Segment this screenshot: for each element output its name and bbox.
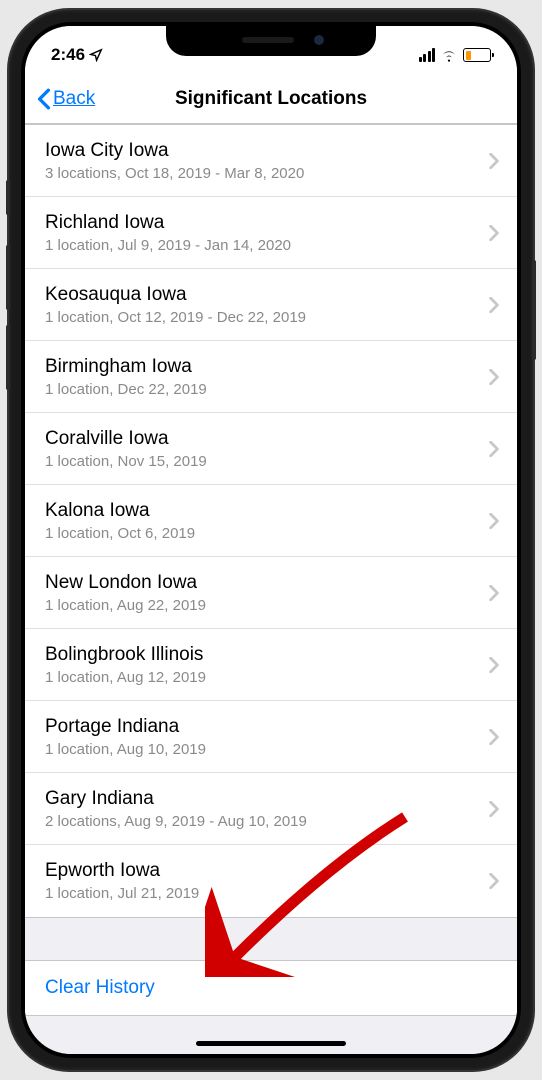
- location-subtitle: 1 location, Oct 6, 2019: [45, 525, 489, 542]
- page-title: Significant Locations: [25, 88, 517, 110]
- location-title: Gary Indiana: [45, 788, 489, 810]
- location-content: New London Iowa 1 location, Aug 22, 2019: [45, 572, 489, 614]
- chevron-right-icon: [489, 801, 499, 817]
- location-content: Portage Indiana 1 location, Aug 10, 2019: [45, 716, 489, 758]
- location-row[interactable]: New London Iowa 1 location, Aug 22, 2019: [25, 557, 517, 629]
- navigation-bar: Back Significant Locations: [25, 74, 517, 124]
- screen: 2:46 Back Significant Locations: [25, 26, 517, 1054]
- location-arrow-icon: [89, 48, 103, 62]
- section-spacer: [25, 918, 517, 960]
- chevron-right-icon: [489, 873, 499, 889]
- back-button[interactable]: Back: [37, 88, 95, 110]
- wifi-icon: [440, 48, 458, 62]
- location-content: Kalona Iowa 1 location, Oct 6, 2019: [45, 500, 489, 542]
- chevron-right-icon: [489, 729, 499, 745]
- chevron-right-icon: [489, 585, 499, 601]
- location-content: Iowa City Iowa 3 locations, Oct 18, 2019 …: [45, 140, 489, 182]
- volume-down-button: [6, 325, 10, 390]
- back-label: Back: [53, 88, 95, 110]
- location-row[interactable]: Birmingham Iowa 1 location, Dec 22, 2019: [25, 341, 517, 413]
- location-title: Keosauqua Iowa: [45, 284, 489, 306]
- location-subtitle: 1 location, Aug 12, 2019: [45, 669, 489, 686]
- location-row[interactable]: Richland Iowa 1 location, Jul 9, 2019 - J…: [25, 197, 517, 269]
- location-title: Iowa City Iowa: [45, 140, 489, 162]
- location-title: Bolingbrook Illinois: [45, 644, 489, 666]
- location-row[interactable]: Portage Indiana 1 location, Aug 10, 2019: [25, 701, 517, 773]
- location-content: Keosauqua Iowa 1 location, Oct 12, 2019 -…: [45, 284, 489, 326]
- phone-frame: 2:46 Back Significant Locations: [9, 10, 533, 1070]
- location-content: Coralville Iowa 1 location, Nov 15, 2019: [45, 428, 489, 470]
- location-title: New London Iowa: [45, 572, 489, 594]
- cellular-signal-icon: [419, 48, 436, 62]
- location-content: Bolingbrook Illinois 1 location, Aug 12, …: [45, 644, 489, 686]
- location-title: Kalona Iowa: [45, 500, 489, 522]
- location-subtitle: 1 location, Jul 21, 2019: [45, 885, 489, 902]
- chevron-right-icon: [489, 513, 499, 529]
- location-row[interactable]: Gary Indiana 2 locations, Aug 9, 2019 - A…: [25, 773, 517, 845]
- location-title: Richland Iowa: [45, 212, 489, 234]
- location-title: Birmingham Iowa: [45, 356, 489, 378]
- location-content: Birmingham Iowa 1 location, Dec 22, 2019: [45, 356, 489, 398]
- location-title: Coralville Iowa: [45, 428, 489, 450]
- location-row[interactable]: Epworth Iowa 1 location, Jul 21, 2019: [25, 845, 517, 917]
- location-row[interactable]: Coralville Iowa 1 location, Nov 15, 2019: [25, 413, 517, 485]
- location-title: Portage Indiana: [45, 716, 489, 738]
- home-indicator[interactable]: [196, 1041, 346, 1046]
- mute-switch: [6, 180, 10, 215]
- chevron-right-icon: [489, 441, 499, 457]
- location-subtitle: 1 location, Aug 10, 2019: [45, 741, 489, 758]
- content-area[interactable]: Iowa City Iowa 3 locations, Oct 18, 2019 …: [25, 124, 517, 1054]
- location-row[interactable]: Iowa City Iowa 3 locations, Oct 18, 2019 …: [25, 125, 517, 197]
- location-subtitle: 2 locations, Aug 9, 2019 - Aug 10, 2019: [45, 813, 489, 830]
- location-subtitle: 1 location, Jul 9, 2019 - Jan 14, 2020: [45, 237, 489, 254]
- chevron-right-icon: [489, 153, 499, 169]
- location-content: Richland Iowa 1 location, Jul 9, 2019 - J…: [45, 212, 489, 254]
- location-row[interactable]: Keosauqua Iowa 1 location, Oct 12, 2019 -…: [25, 269, 517, 341]
- location-subtitle: 1 location, Nov 15, 2019: [45, 453, 489, 470]
- location-title: Epworth Iowa: [45, 860, 489, 882]
- location-subtitle: 1 location, Oct 12, 2019 - Dec 22, 2019: [45, 309, 489, 326]
- locations-list: Iowa City Iowa 3 locations, Oct 18, 2019 …: [25, 124, 517, 918]
- clear-history-button[interactable]: Clear History: [25, 960, 517, 1016]
- chevron-right-icon: [489, 225, 499, 241]
- notch: [166, 26, 376, 56]
- chevron-right-icon: [489, 657, 499, 673]
- location-subtitle: 1 location, Aug 22, 2019: [45, 597, 489, 614]
- status-time: 2:46: [51, 45, 85, 65]
- location-content: Gary Indiana 2 locations, Aug 9, 2019 - A…: [45, 788, 489, 830]
- location-subtitle: 3 locations, Oct 18, 2019 - Mar 8, 2020: [45, 165, 489, 182]
- chevron-right-icon: [489, 369, 499, 385]
- location-subtitle: 1 location, Dec 22, 2019: [45, 381, 489, 398]
- chevron-left-icon: [37, 88, 51, 110]
- chevron-right-icon: [489, 297, 499, 313]
- battery-icon: [463, 48, 491, 62]
- location-row[interactable]: Kalona Iowa 1 location, Oct 6, 2019: [25, 485, 517, 557]
- location-row[interactable]: Bolingbrook Illinois 1 location, Aug 12, …: [25, 629, 517, 701]
- power-button: [532, 260, 536, 360]
- volume-up-button: [6, 245, 10, 310]
- location-content: Epworth Iowa 1 location, Jul 21, 2019: [45, 860, 489, 902]
